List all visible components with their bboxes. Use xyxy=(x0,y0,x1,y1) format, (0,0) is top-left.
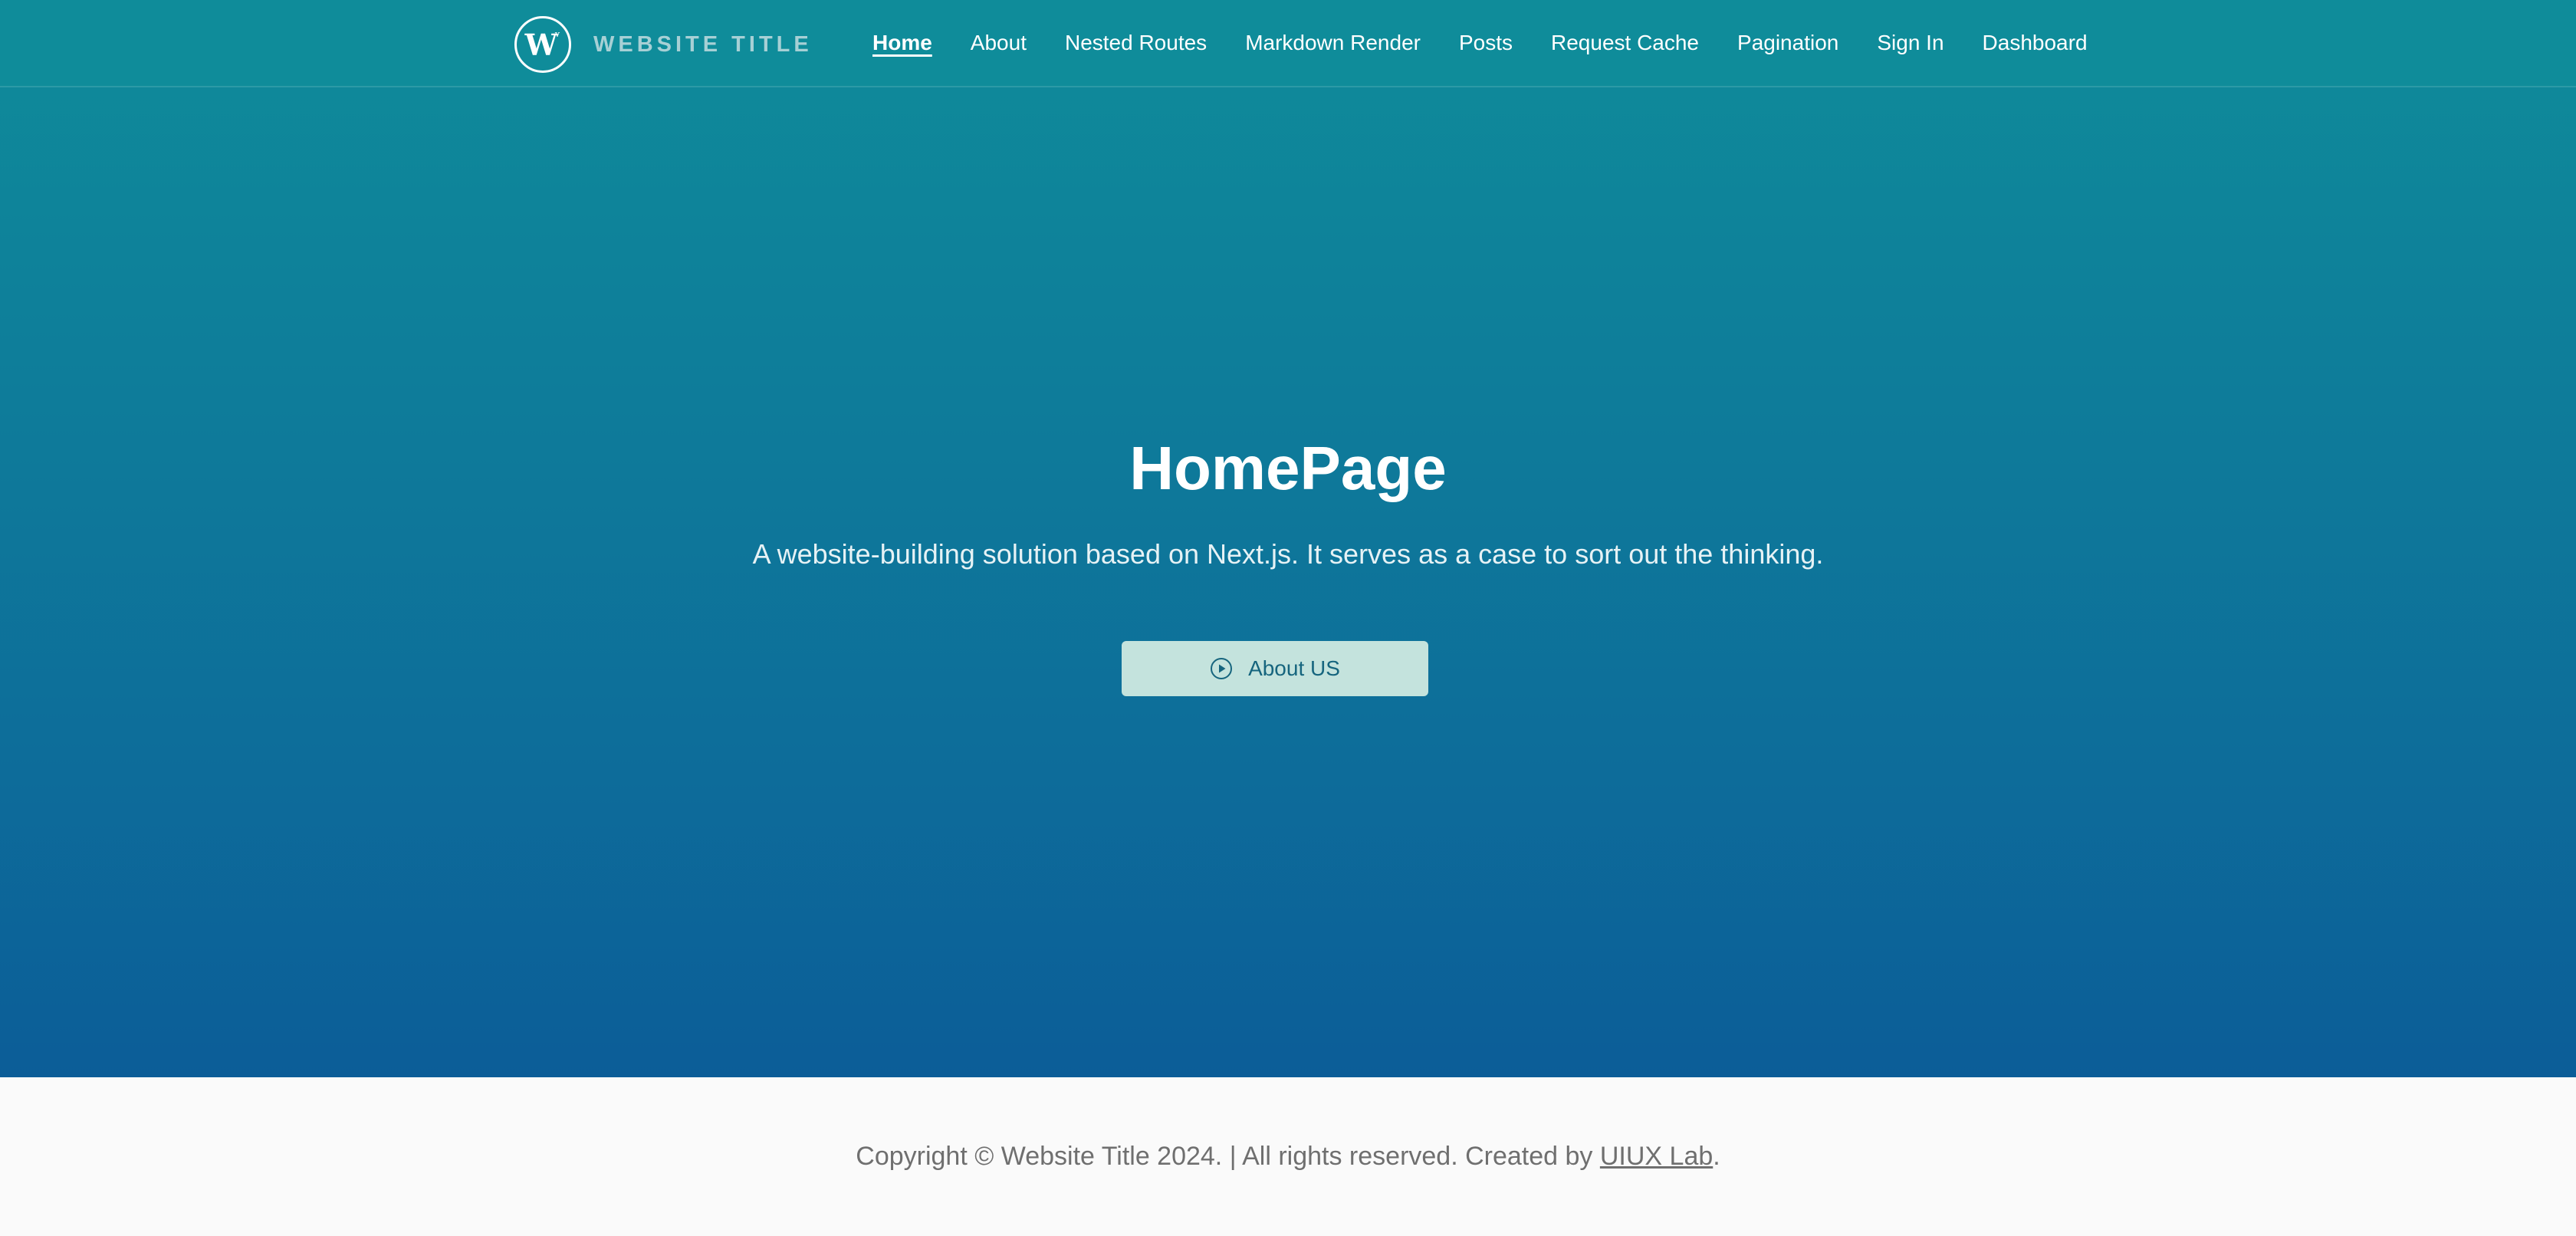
page-title: HomePage xyxy=(1129,434,1447,502)
nav-dashboard[interactable]: Dashboard xyxy=(1983,31,2088,55)
nav-sign-in[interactable]: Sign In xyxy=(1877,31,1944,55)
nav-about[interactable]: About xyxy=(971,31,1027,55)
site-title: WEBSITE TITLE xyxy=(593,31,813,57)
play-circle-icon xyxy=(1211,658,1233,679)
main-nav: Home About Nested Routes Markdown Render… xyxy=(872,0,2088,86)
nav-home[interactable]: Home xyxy=(872,31,932,55)
nav-nested-routes[interactable]: Nested Routes xyxy=(1065,31,1207,55)
brand[interactable]: W v WEBSITE TITLE xyxy=(514,15,813,74)
about-us-button[interactable]: About US xyxy=(1122,641,1428,696)
nav-markdown-render[interactable]: Markdown Render xyxy=(1245,31,1421,55)
navbar: W v WEBSITE TITLE Home About Nested Rout… xyxy=(0,0,2576,87)
page-subtitle: A website-building solution based on Nex… xyxy=(752,538,1824,570)
svg-text:v: v xyxy=(554,29,560,39)
footer: Copyright © Website Title 2024. | All ri… xyxy=(0,1077,2576,1236)
copyright-suffix: . xyxy=(1713,1142,1720,1171)
about-us-label: About US xyxy=(1248,656,1340,680)
w-logo-icon: W v xyxy=(514,16,571,73)
copyright-text: Copyright © Website Title 2024. | All ri… xyxy=(856,1142,1720,1172)
svg-text:W: W xyxy=(524,28,559,62)
nav-posts[interactable]: Posts xyxy=(1459,31,1513,55)
nav-request-cache[interactable]: Request Cache xyxy=(1551,31,1699,55)
copyright-prefix: Copyright © Website Title 2024. | All ri… xyxy=(856,1142,1600,1171)
uiux-lab-link[interactable]: UIUX Lab xyxy=(1600,1142,1713,1171)
nav-pagination[interactable]: Pagination xyxy=(1737,31,1838,55)
